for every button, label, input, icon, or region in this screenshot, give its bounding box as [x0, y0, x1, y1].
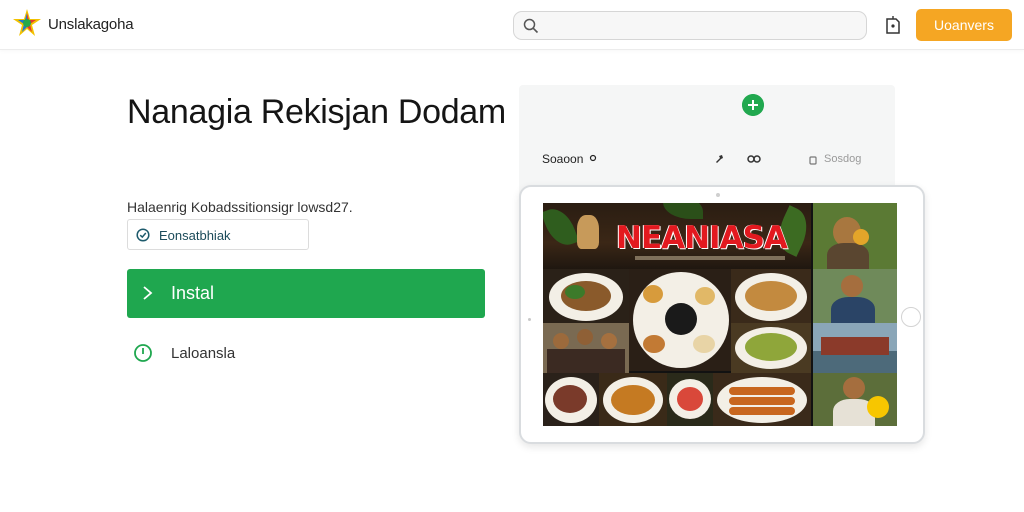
sign-in-button[interactable]: Uoanvers [916, 9, 1012, 41]
verified-badge[interactable]: Eonsatbhiak [127, 219, 309, 250]
dish-tile-noodles[interactable] [731, 269, 811, 323]
search-input[interactable] [513, 11, 867, 40]
bell-icon[interactable] [883, 14, 903, 36]
dish-tile-center[interactable] [629, 269, 731, 371]
tablet-home-button[interactable] [901, 307, 921, 327]
link-icon[interactable] [746, 153, 762, 165]
play-icon [143, 286, 153, 300]
top-bar: Unslakagoha Uoanvers [0, 0, 1024, 50]
dish-tile-meat[interactable] [543, 373, 599, 426]
install-button-label: Instal [171, 283, 215, 303]
banner-figure [577, 215, 599, 249]
play-overlay-button[interactable] [867, 396, 889, 418]
photo-tile-family[interactable] [543, 323, 629, 373]
photo-tile-chef[interactable] [813, 203, 897, 269]
tablet-sensor [528, 318, 531, 321]
banner-subline [635, 256, 785, 260]
logo-icon[interactable] [12, 8, 42, 38]
clock-icon [134, 344, 152, 362]
photo-tile-man[interactable] [813, 269, 897, 323]
dish-tile-curry[interactable] [599, 373, 667, 426]
install-button[interactable]: Instal [127, 269, 485, 318]
dish-tile-greens[interactable] [731, 323, 811, 373]
tablet-screen: NEANIASA [543, 203, 897, 426]
check-icon [136, 228, 150, 242]
verified-badge-label: Eonsatbhiak [159, 228, 231, 243]
tablet-camera [716, 193, 720, 197]
pin-icon[interactable] [713, 153, 725, 165]
page-title: Nanagia Rekisjan Dodam [127, 93, 506, 131]
app-banner: NEANIASA [543, 203, 815, 269]
secondary-link-label: Laloansla [171, 345, 236, 362]
lock-icon [809, 156, 817, 165]
page-subtitle: Halaenrig Kobadssitionsigr lowsd27. [127, 199, 353, 215]
brand-name[interactable]: Unslakagoha [48, 16, 134, 33]
plus-icon[interactable] [742, 94, 764, 116]
search-icon [523, 18, 539, 34]
preview-toolbar-status: Sosdog [824, 153, 862, 165]
photo-tile-boat[interactable] [813, 323, 897, 373]
dish-tile-1[interactable] [543, 269, 629, 323]
dish-tile-skewers[interactable] [713, 373, 811, 426]
dish-tile-salad[interactable] [667, 373, 713, 426]
banner-title: NEANIASA [616, 220, 788, 256]
preview-toolbar-label: Soaoon [542, 152, 584, 166]
toolbar-dropdown-icon[interactable] [589, 153, 597, 163]
